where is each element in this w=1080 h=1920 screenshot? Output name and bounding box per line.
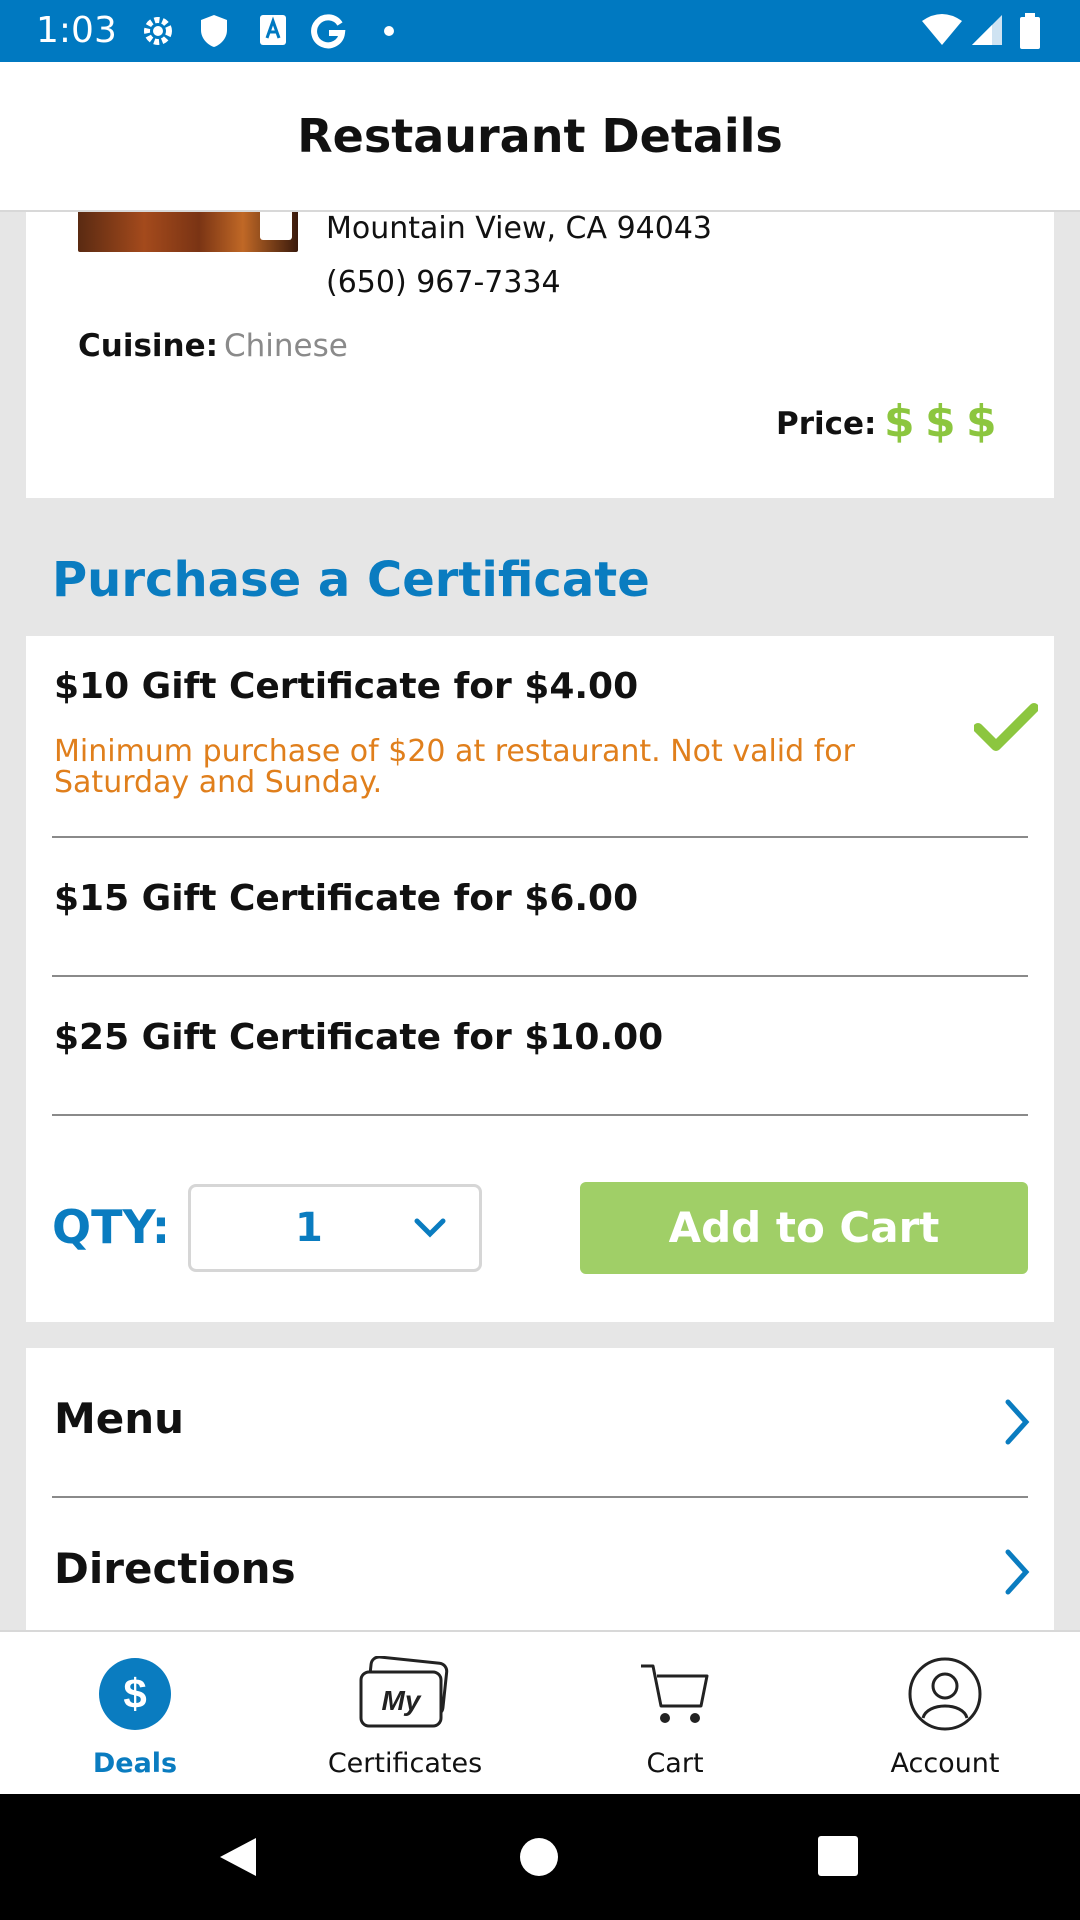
app-bar: Restaurant Details (0, 62, 1080, 212)
page-title: Restaurant Details (297, 109, 783, 163)
certificate-title: $15 Gift Certificate for $6.00 (54, 878, 639, 919)
dollar-circle-icon: $ (99, 1658, 171, 1730)
restaurant-info-card: Mountain View, CA 94043 (650) 967-7334 C… (26, 212, 1054, 498)
restaurant-photo (78, 212, 298, 252)
price-dollar-icon: $ (925, 396, 956, 447)
chevron-down-icon (414, 1218, 446, 1238)
certificate-option[interactable]: $25 Gift Certificate for $10.00 (52, 977, 1028, 1116)
certificate-card: $10 Gift Certificate for $4.00 Minimum p… (26, 636, 1054, 1322)
svg-text:$: $ (123, 1670, 146, 1717)
status-bar: 1:03 (0, 0, 1080, 62)
chevron-right-icon (1005, 1549, 1030, 1595)
price-label: Price: (776, 406, 877, 442)
directions-link[interactable]: Directions (52, 1498, 1030, 1630)
menu-link[interactable]: Menu (52, 1348, 1030, 1498)
notification-dot-icon (384, 26, 394, 36)
chevron-right-icon (1005, 1399, 1030, 1445)
scroll-content[interactable]: Mountain View, CA 94043 (650) 967-7334 C… (0, 212, 1080, 1630)
restaurant-phone[interactable]: (650) 967-7334 (326, 266, 561, 300)
checkmark-icon (974, 703, 1038, 751)
certificate-note: Minimum purchase of $20 at restaurant. N… (54, 734, 855, 800)
tab-label: Deals (92, 1748, 178, 1779)
tab-deals[interactable]: $ Deals (0, 1632, 270, 1796)
account-icon (908, 1657, 982, 1731)
certificate-title: $10 Gift Certificate for $4.00 (54, 666, 639, 707)
menu-label: Menu (54, 1394, 185, 1443)
add-to-cart-button[interactable]: Add to Cart (580, 1182, 1028, 1274)
battery-icon (1020, 13, 1040, 49)
back-icon[interactable] (216, 1834, 260, 1880)
quantity-value: 1 (295, 1205, 323, 1251)
certificate-option[interactable]: $15 Gift Certificate for $6.00 (52, 838, 1028, 977)
price-dollar-icon: $ (884, 396, 915, 447)
system-navigation-bar (0, 1794, 1080, 1920)
photo-gallery-icon (260, 212, 292, 240)
tab-certificates[interactable]: My Certificates (270, 1632, 540, 1796)
quantity-dropdown[interactable]: 1 (188, 1184, 482, 1272)
tab-account[interactable]: Account (810, 1632, 1080, 1796)
recents-icon[interactable] (818, 1836, 858, 1876)
certificate-title: $25 Gift Certificate for $10.00 (54, 1017, 664, 1058)
restaurant-address: Mountain View, CA 94043 (326, 212, 713, 246)
tab-cart[interactable]: Cart (540, 1632, 810, 1796)
shield-icon (201, 15, 227, 47)
directions-label: Directions (54, 1544, 296, 1593)
tab-label: Cart (646, 1748, 704, 1779)
qty-label: QTY: (52, 1200, 171, 1254)
settings-icon (144, 17, 172, 45)
tab-label: Account (890, 1748, 1000, 1779)
my-certificates-icon: My (359, 1656, 449, 1728)
purchase-section-title: Purchase a Certificate (52, 552, 650, 608)
bottom-navigation: $ Deals My Certificates Cart Account (0, 1630, 1080, 1796)
certificate-option[interactable]: $10 Gift Certificate for $4.00 Minimum p… (52, 636, 1038, 838)
cuisine-value: Chinese (224, 328, 348, 364)
wifi-icon (922, 14, 962, 45)
signal-icon (972, 15, 1002, 45)
google-icon (311, 14, 346, 49)
links-card: Menu Directions (26, 1348, 1054, 1630)
font-app-icon (260, 15, 286, 45)
tab-label: Certificates (327, 1748, 483, 1779)
cuisine-label: Cuisine: (78, 328, 219, 364)
cart-icon (641, 1664, 709, 1723)
svg-text:My: My (382, 1685, 422, 1716)
status-time: 1:03 (36, 10, 117, 51)
home-icon[interactable] (518, 1836, 560, 1878)
price-dollar-icon: $ (966, 396, 997, 447)
